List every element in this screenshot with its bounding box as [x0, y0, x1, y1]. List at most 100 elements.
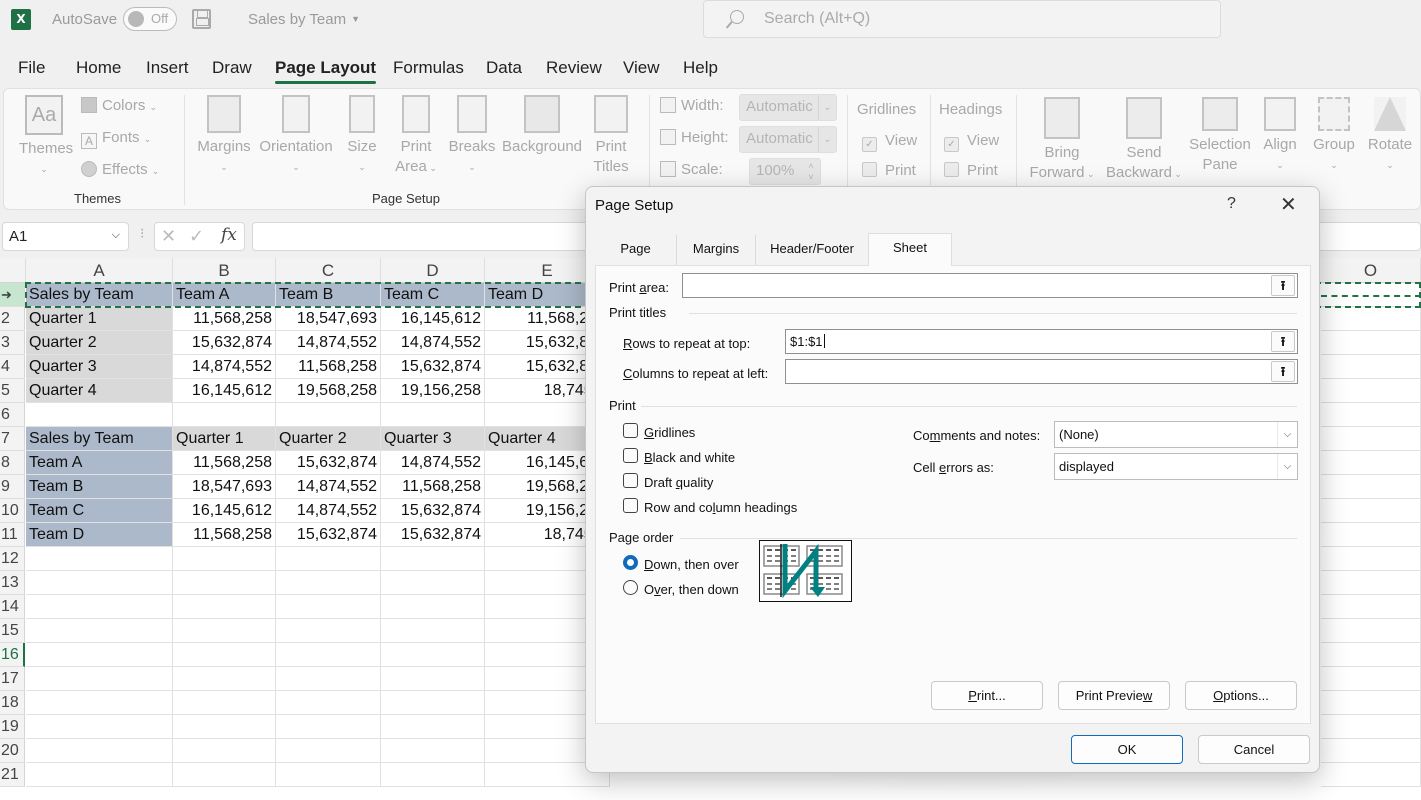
tab-page[interactable]: Page — [595, 235, 677, 265]
column-header-b[interactable]: B — [173, 258, 276, 283]
comments-notes-select[interactable]: (None) ⌵ — [1054, 421, 1298, 448]
cell[interactable] — [173, 403, 276, 427]
cell[interactable] — [381, 619, 485, 643]
bring-forward-button[interactable]: Bring Forward ⌄ — [1026, 97, 1098, 184]
value-cell[interactable]: 15,632,874 — [173, 331, 276, 355]
cancel-x-icon[interactable]: ✕ — [161, 226, 176, 247]
tab-draw[interactable]: Draw — [212, 58, 252, 78]
formula-bar-grip[interactable]: ⁝ — [140, 226, 144, 242]
row-header-19[interactable]: 19 — [0, 715, 25, 739]
row-label-cell[interactable]: Quarter 2 — [26, 331, 173, 355]
cell-errors-select[interactable]: displayed ⌵ — [1054, 453, 1298, 480]
column-header-d[interactable]: D — [381, 258, 485, 283]
cell[interactable] — [1321, 307, 1421, 331]
value-cell[interactable]: 15,632,874 — [381, 499, 485, 523]
row-label-cell[interactable]: Team D — [26, 523, 173, 547]
cell[interactable] — [1321, 571, 1421, 595]
gridlines-checkbox-label[interactable]: Gridlines — [644, 425, 695, 440]
cell[interactable] — [381, 595, 485, 619]
tab-margins[interactable]: Margins — [677, 235, 756, 265]
value-cell[interactable]: 15,632,874 — [276, 523, 381, 547]
row-label-cell[interactable]: Quarter 3 — [26, 355, 173, 379]
cell[interactable] — [276, 547, 381, 571]
row-header-15[interactable]: 15 — [0, 619, 25, 643]
cell[interactable] — [276, 595, 381, 619]
cell[interactable] — [26, 763, 173, 787]
cell[interactable] — [276, 619, 381, 643]
black-and-white-label[interactable]: Black and white — [644, 450, 735, 465]
print-area-button[interactable]: Print Area ⌄ — [394, 95, 438, 178]
value-cell[interactable]: 11,568,258 — [173, 307, 276, 331]
orientation-button[interactable]: Orientation ⌄ — [256, 95, 336, 177]
value-cell[interactable]: Team A — [173, 283, 276, 307]
down-then-over-label[interactable]: Down, then over — [644, 557, 739, 572]
value-cell[interactable]: 18,547,693 — [173, 475, 276, 499]
value-cell[interactable]: 15,632,874 — [381, 523, 485, 547]
row-header-6[interactable]: 6 — [0, 403, 25, 427]
cell[interactable] — [276, 571, 381, 595]
headings-print-checkbox[interactable]: Print — [944, 162, 998, 179]
cell[interactable] — [276, 691, 381, 715]
cell[interactable] — [276, 643, 381, 667]
options-button[interactable]: Options... — [1185, 681, 1297, 710]
cell[interactable] — [1321, 667, 1421, 691]
name-box[interactable]: A1 ⌵ — [2, 222, 129, 251]
black-and-white-checkbox[interactable] — [623, 448, 638, 463]
value-cell[interactable]: Quarter 1 — [173, 427, 276, 451]
collapse-dialog-icon[interactable]: ⭱ — [1271, 275, 1295, 296]
gridlines-checkbox[interactable] — [623, 423, 638, 438]
value-cell[interactable]: 14,874,552 — [381, 451, 485, 475]
enter-check-icon[interactable]: ✓ — [189, 226, 204, 247]
value-cell[interactable]: 19,156,258 — [381, 379, 485, 403]
cell[interactable] — [173, 715, 276, 739]
draft-quality-checkbox[interactable] — [623, 473, 638, 488]
height-dropdown[interactable]: Automatic ⌄ — [739, 126, 837, 153]
cell[interactable] — [26, 619, 173, 643]
cell[interactable] — [276, 763, 381, 787]
tab-help[interactable]: Help — [683, 58, 718, 78]
cell[interactable] — [1321, 331, 1421, 355]
columns-to-repeat-input[interactable] — [785, 359, 1298, 384]
gridlines-view-checkbox[interactable]: ✓ View — [862, 132, 917, 152]
cell[interactable] — [1321, 715, 1421, 739]
value-cell[interactable]: 19,568,258 — [276, 379, 381, 403]
value-cell[interactable]: Quarter 2 — [276, 427, 381, 451]
row-header-13[interactable]: 13 — [0, 571, 25, 595]
over-then-down-radio[interactable] — [623, 580, 638, 595]
cell[interactable] — [1321, 379, 1421, 403]
ok-button[interactable]: OK — [1071, 735, 1183, 764]
cell[interactable] — [26, 643, 173, 667]
row-header-9[interactable]: 9 — [0, 475, 25, 499]
value-cell[interactable]: 14,874,552 — [276, 499, 381, 523]
cell[interactable] — [26, 403, 173, 427]
row-header-18[interactable]: 18 — [0, 691, 25, 715]
row-header-14[interactable]: 14 — [0, 595, 25, 619]
row-label-cell[interactable]: Sales by Team — [26, 427, 173, 451]
value-cell[interactable]: 16,145,612 — [381, 307, 485, 331]
row-header-10[interactable]: 10 — [0, 499, 25, 523]
breaks-button[interactable]: Breaks ⌄ — [447, 95, 497, 177]
cell[interactable] — [1321, 283, 1421, 307]
cell[interactable] — [276, 667, 381, 691]
cell[interactable] — [1321, 451, 1421, 475]
headings-view-checkbox[interactable]: ✓ View — [944, 132, 999, 152]
row-header-7[interactable]: 7 — [0, 427, 25, 451]
row-label-cell[interactable]: Team C — [26, 499, 173, 523]
column-header-o[interactable]: O — [1321, 258, 1421, 283]
row-column-headings-label[interactable]: Row and column headings — [644, 500, 797, 515]
cell[interactable] — [381, 571, 485, 595]
cell[interactable] — [1321, 547, 1421, 571]
cell[interactable] — [26, 715, 173, 739]
print-titles-button[interactable]: Print Titles — [589, 95, 633, 177]
row-header-21[interactable]: 21 — [0, 763, 25, 787]
print-button[interactable]: Print... — [931, 681, 1043, 710]
value-cell[interactable]: Team B — [276, 283, 381, 307]
cell[interactable] — [1321, 355, 1421, 379]
cell[interactable] — [276, 739, 381, 763]
row-header-1-select-arrow-icon[interactable]: ➜ — [0, 283, 25, 307]
size-button[interactable]: Size ⌄ — [344, 95, 380, 177]
tab-page-layout[interactable]: Page Layout — [275, 58, 377, 84]
cell[interactable] — [173, 763, 276, 787]
value-cell[interactable]: 16,145,612 — [173, 499, 276, 523]
cell[interactable] — [173, 643, 276, 667]
